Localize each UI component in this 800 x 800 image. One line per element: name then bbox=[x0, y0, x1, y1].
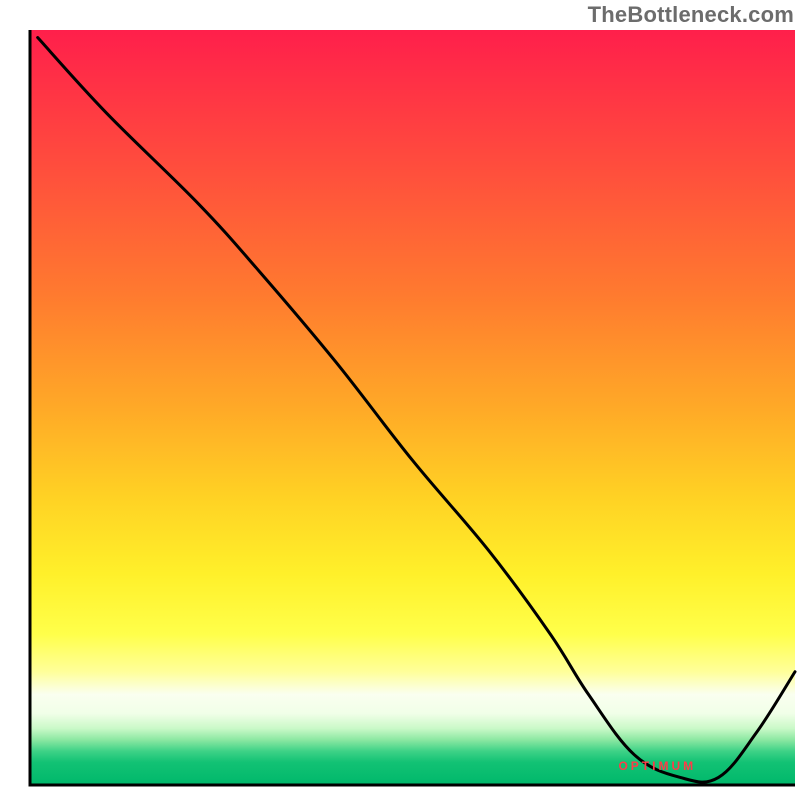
chart-stage: TheBottleneck.com OPTIMUM bbox=[0, 0, 800, 800]
chart-background bbox=[30, 30, 795, 785]
optimum-label: OPTIMUM bbox=[618, 759, 696, 773]
gradient-chart: OPTIMUM bbox=[0, 0, 800, 800]
